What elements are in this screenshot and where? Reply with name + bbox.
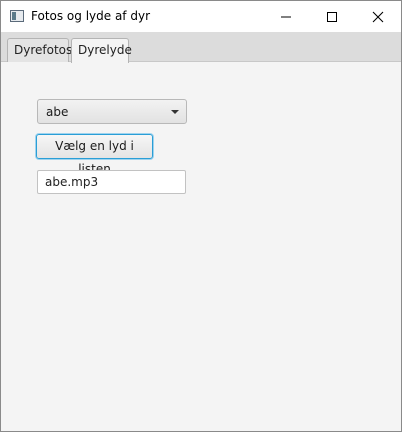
tab-bar: Dyrefotos Dyrelyde — [1, 32, 401, 63]
animal-select-value: abe — [46, 105, 69, 119]
chevron-down-icon — [171, 110, 179, 114]
app-icon — [10, 10, 24, 22]
animal-select[interactable]: abe — [37, 99, 187, 124]
minimize-button[interactable] — [263, 1, 309, 32]
tab-dyrelyde[interactable]: Dyrelyde — [71, 38, 132, 63]
maximize-icon — [327, 11, 337, 22]
window-title: Fotos og lyde af dyr — [31, 9, 150, 23]
choose-sound-button[interactable]: Vælg en lyd i listen — [36, 134, 153, 176]
minimize-icon — [281, 16, 291, 17]
app-window: Fotos og lyde af dyr Dyrefotos Dyrelyde … — [0, 0, 402, 432]
maximize-button[interactable] — [309, 1, 355, 32]
tab-dyrefotos[interactable]: Dyrefotos — [7, 38, 72, 62]
title-bar: Fotos og lyde af dyr — [1, 1, 401, 32]
close-button[interactable] — [355, 1, 401, 32]
sound-file-field[interactable]: abe.mp3 — [37, 170, 186, 194]
close-icon — [372, 11, 384, 22]
